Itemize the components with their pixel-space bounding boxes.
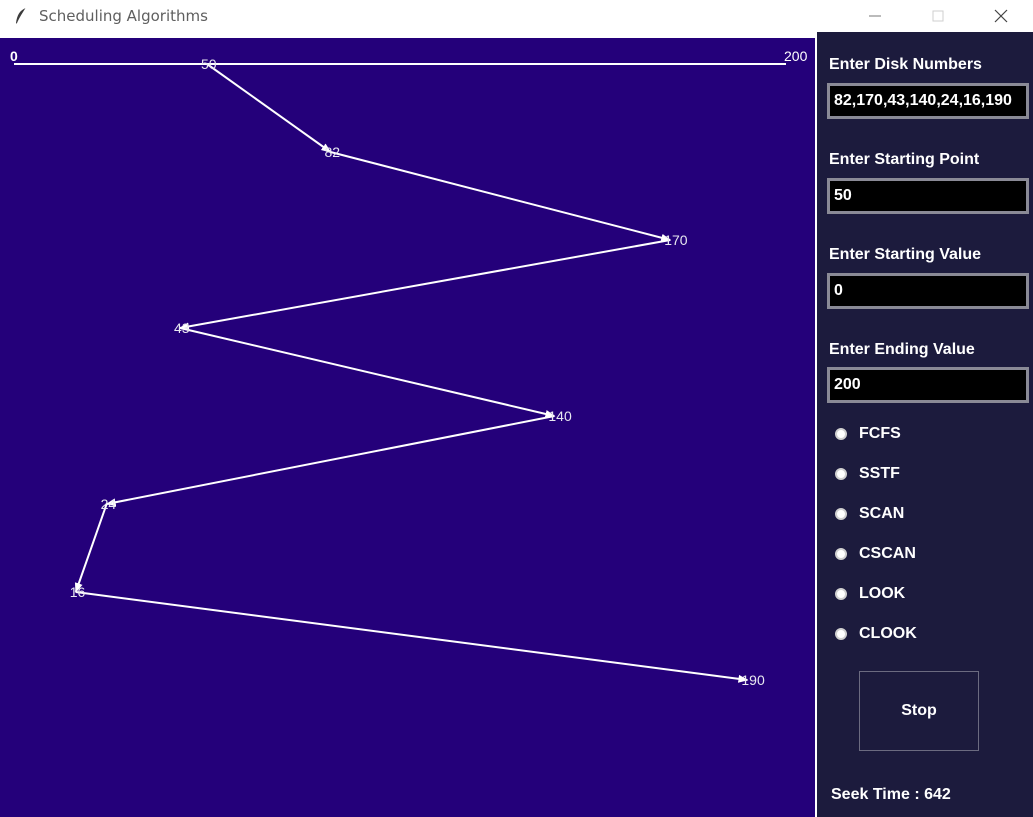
axis-max-label: 200 <box>784 48 808 64</box>
point-label: 140 <box>548 408 572 424</box>
ending-value-input[interactable]: 200 <box>827 367 1029 403</box>
radio-indicator[interactable] <box>835 628 847 640</box>
radio-label: CSCAN <box>859 545 916 562</box>
window-title: Scheduling Algorithms <box>39 7 208 25</box>
radio-indicator[interactable] <box>835 508 847 520</box>
disk-path-chart: 0 200 50 82 170 43 140 24 16 190 <box>10 48 808 688</box>
path-segment <box>105 415 555 507</box>
close-button[interactable] <box>977 0 1025 32</box>
radio-label: LOOK <box>859 585 906 602</box>
minimize-icon <box>869 15 881 17</box>
radio-indicator[interactable] <box>835 428 847 440</box>
path-segment <box>178 239 671 331</box>
radio-indicator[interactable] <box>835 468 847 480</box>
point-label: 82 <box>325 144 341 160</box>
radio-label: SCAN <box>859 505 905 522</box>
disk-schedule-canvas: 0 200 50 82 170 43 140 24 16 190 <box>0 38 815 817</box>
point-label: 190 <box>741 672 765 688</box>
radio-label: SSTF <box>859 465 900 482</box>
title-bar: Scheduling Algorithms <box>0 0 1033 32</box>
feather-icon <box>16 7 27 25</box>
radio-indicator[interactable] <box>835 548 847 560</box>
disk-numbers-label: Enter Disk Numbers <box>829 56 982 73</box>
radio-cscan[interactable]: CSCAN <box>835 544 916 564</box>
point-label: 50 <box>201 56 217 72</box>
radio-label: FCFS <box>859 425 901 442</box>
path-segment <box>206 63 332 153</box>
close-icon <box>994 9 1008 23</box>
disk-numbers-input[interactable]: 82,170,43,140,24,16,190 <box>827 83 1029 119</box>
point-label: 24 <box>101 496 117 512</box>
starting-value-label: Enter Starting Value <box>829 246 982 263</box>
axis-min-label: 0 <box>10 48 18 64</box>
minimize-button[interactable] <box>851 0 899 32</box>
point-label: 170 <box>664 232 688 248</box>
radio-scan[interactable]: SCAN <box>835 504 904 524</box>
starting-point-label: Enter Starting Point <box>829 151 980 168</box>
starting-point-input[interactable]: 50 <box>827 178 1029 214</box>
starting-value-input[interactable]: 0 <box>827 273 1029 309</box>
radio-look[interactable]: LOOK <box>835 584 905 604</box>
maximize-icon <box>932 10 944 22</box>
ending-value-label: Enter Ending Value <box>829 341 975 358</box>
radio-sstf[interactable]: SSTF <box>835 464 900 484</box>
seek-time-readout: Seek Time : 642 <box>831 786 951 803</box>
radio-indicator[interactable] <box>835 588 847 600</box>
maximize-button[interactable] <box>914 0 962 32</box>
point-label: 16 <box>70 584 86 600</box>
radio-clook[interactable]: CLOOK <box>835 624 917 644</box>
point-label: 43 <box>174 320 190 336</box>
radio-label: CLOOK <box>859 625 917 642</box>
path-segment <box>330 151 672 242</box>
path-segment <box>74 503 108 593</box>
control-panel: Enter Disk Numbers 82,170,43,140,24,16,1… <box>815 32 1033 817</box>
path-segment <box>179 327 556 418</box>
path-segment <box>75 591 749 683</box>
stop-button[interactable]: Stop <box>859 671 979 751</box>
radio-fcfs[interactable]: FCFS <box>835 424 901 444</box>
